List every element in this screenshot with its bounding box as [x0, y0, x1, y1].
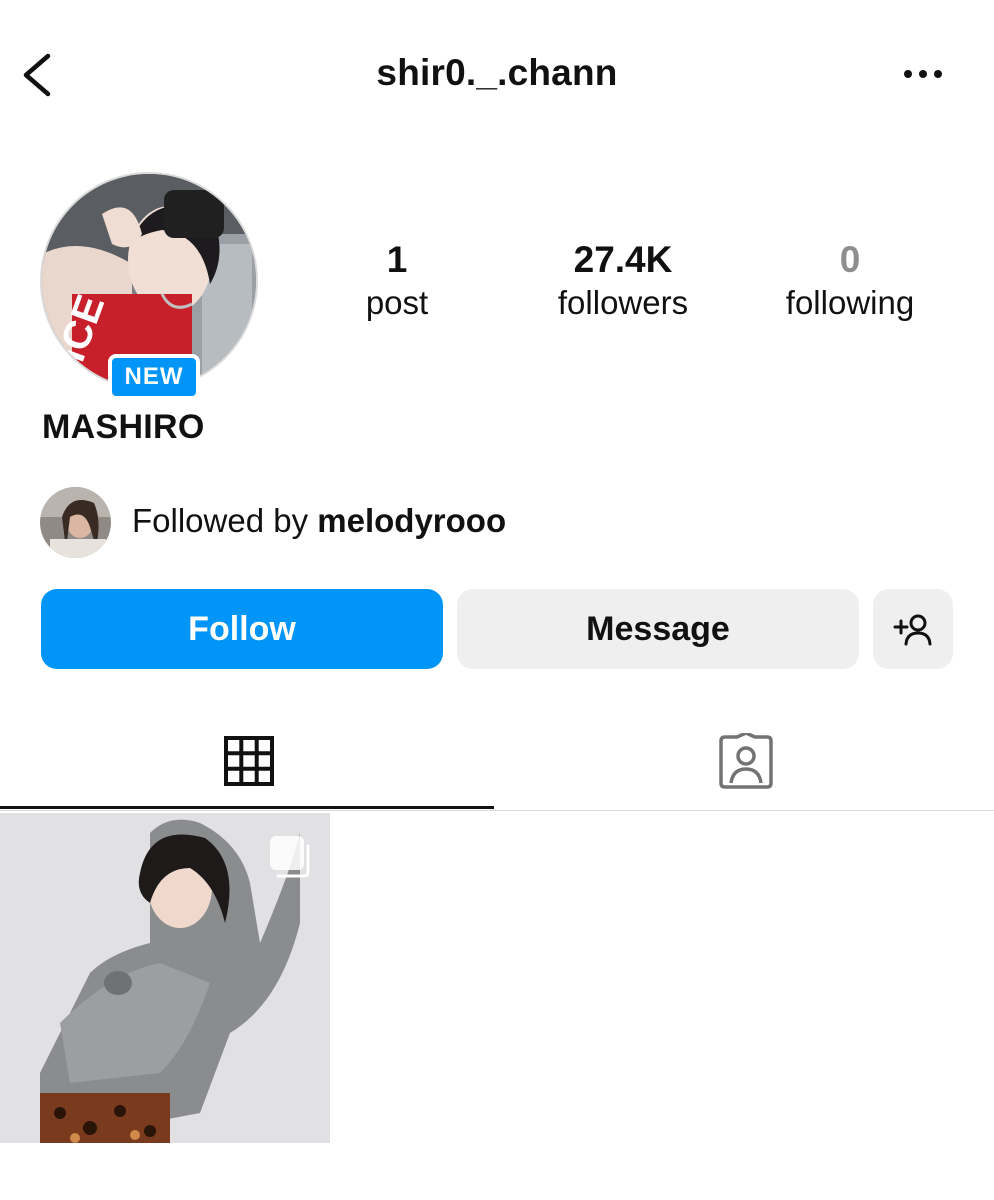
- posts-count: 1: [386, 239, 408, 280]
- followers-count: 27.4K: [573, 239, 673, 280]
- posts-label: post: [365, 284, 429, 321]
- stat-followers[interactable]: 27.4K followers: [523, 238, 723, 324]
- grid-icon: [223, 736, 274, 786]
- message-button[interactable]: Message: [457, 589, 859, 669]
- more-horizontal-icon: [904, 70, 942, 78]
- stat-following[interactable]: 0 following: [750, 238, 950, 324]
- tab-posts-grid[interactable]: [0, 712, 497, 810]
- followed-by-text[interactable]: Followed by melodyrooo: [132, 502, 506, 540]
- new-badge: NEW: [108, 354, 200, 400]
- following-count: 0: [839, 239, 861, 280]
- tagged-person-icon: [718, 733, 773, 789]
- mutual-follower-avatar[interactable]: [40, 487, 111, 558]
- profile-avatar[interactable]: ICE NEW: [40, 172, 258, 400]
- tab-divider: [0, 810, 994, 811]
- add-person-icon: [893, 614, 932, 646]
- more-options-button[interactable]: [898, 56, 950, 92]
- followers-label: followers: [557, 284, 689, 321]
- active-tab-indicator: [0, 806, 494, 809]
- stat-posts[interactable]: 1 post: [297, 238, 497, 324]
- following-label: following: [785, 284, 915, 321]
- follow-button[interactable]: Follow: [41, 589, 443, 669]
- multiple-images-icon: [268, 834, 312, 878]
- tab-tagged[interactable]: [497, 712, 994, 810]
- followed-by-prefix: Followed by: [132, 502, 318, 539]
- display-name: MASHIRO: [42, 408, 205, 446]
- profile-username: shir0._.chann: [376, 52, 618, 93]
- suggested-accounts-button[interactable]: [873, 589, 953, 669]
- followed-by-username: melodyrooo: [317, 502, 507, 539]
